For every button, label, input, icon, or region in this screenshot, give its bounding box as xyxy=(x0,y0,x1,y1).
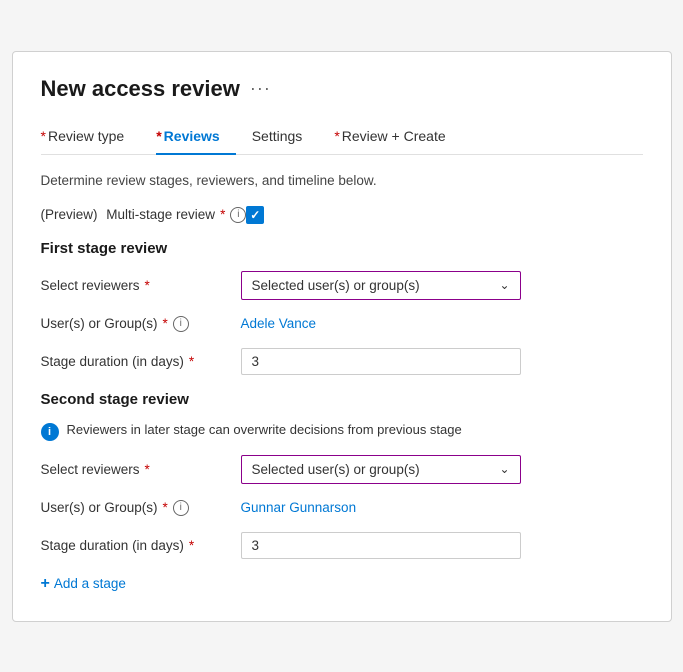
first-stage-users-groups-label: User(s) or Group(s) * i xyxy=(41,316,241,332)
chevron-down-icon: ⌄ xyxy=(499,278,509,292)
page-title: New access review xyxy=(41,76,240,102)
second-stage-heading: Second stage review xyxy=(41,391,643,408)
required-star: * xyxy=(145,278,150,293)
second-stage-info-text: Reviewers in later stage can overwrite d… xyxy=(67,422,462,437)
second-stage-duration-row: Stage duration (in days) * xyxy=(41,532,643,559)
first-stage-duration-label: Stage duration (in days) * xyxy=(41,354,241,369)
section-description: Determine review stages, reviewers, and … xyxy=(41,173,643,188)
second-stage-info-banner: i Reviewers in later stage can overwrite… xyxy=(41,422,643,441)
second-stage-select-reviewers-label: Select reviewers * xyxy=(41,462,241,477)
add-stage-button[interactable]: + Add a stage xyxy=(41,575,643,593)
required-star: * xyxy=(220,207,225,222)
preview-prefix: (Preview) xyxy=(41,207,102,222)
tab-review-type[interactable]: *Review type xyxy=(41,120,141,154)
first-stage-heading: First stage review xyxy=(41,240,643,257)
new-access-review-card: New access review ··· *Review type *Revi… xyxy=(12,51,672,622)
first-stage-user-link[interactable]: Adele Vance xyxy=(241,316,317,331)
second-stage-section: Second stage review i Reviewers in later… xyxy=(41,391,643,559)
second-stage-select-reviewers-row: Select reviewers * Selected user(s) or g… xyxy=(41,455,643,484)
first-stage-duration-row: Stage duration (in days) * xyxy=(41,348,643,375)
info-circle-icon: i xyxy=(41,423,59,441)
first-stage-select-reviewers-row: Select reviewers * Selected user(s) or g… xyxy=(41,271,643,300)
required-star: * xyxy=(156,128,161,144)
second-stage-users-groups-label: User(s) or Group(s) * i xyxy=(41,500,241,516)
second-stage-users-groups-row: User(s) or Group(s) * i Gunnar Gunnarson xyxy=(41,500,643,516)
title-row: New access review ··· xyxy=(41,76,643,102)
tab-review-create[interactable]: *Review + Create xyxy=(334,120,461,154)
required-star: * xyxy=(41,128,46,144)
first-stage-select-reviewers-label: Select reviewers * xyxy=(41,278,241,293)
multi-stage-row: (Preview) Multi-stage review * i xyxy=(41,206,643,224)
first-stage-duration-input[interactable] xyxy=(241,348,521,375)
users-groups-info-icon[interactable]: i xyxy=(173,316,189,332)
required-star: * xyxy=(163,316,168,331)
more-options-icon[interactable]: ··· xyxy=(250,78,271,99)
tab-settings[interactable]: Settings xyxy=(252,120,319,154)
multi-stage-checkbox[interactable] xyxy=(246,206,264,224)
users-groups-info-icon-2[interactable]: i xyxy=(173,500,189,516)
second-stage-reviewers-dropdown[interactable]: Selected user(s) or group(s) ⌄ xyxy=(241,455,521,484)
first-stage-users-groups-row: User(s) or Group(s) * i Adele Vance xyxy=(41,316,643,332)
tab-reviews[interactable]: *Reviews xyxy=(156,120,236,154)
required-star: * xyxy=(334,128,339,144)
tabs-nav: *Review type *Reviews Settings *Review +… xyxy=(41,120,643,155)
first-stage-reviewers-dropdown[interactable]: Selected user(s) or group(s) ⌄ xyxy=(241,271,521,300)
required-star: * xyxy=(145,462,150,477)
multi-stage-info-icon[interactable]: i xyxy=(230,207,246,223)
required-star: * xyxy=(189,538,194,553)
chevron-down-icon: ⌄ xyxy=(499,462,509,476)
second-stage-duration-input[interactable] xyxy=(241,532,521,559)
required-star: * xyxy=(189,354,194,369)
required-star: * xyxy=(163,500,168,515)
plus-icon: + xyxy=(41,575,50,593)
multi-stage-label: (Preview) Multi-stage review * i xyxy=(41,207,247,223)
first-stage-section: First stage review Select reviewers * Se… xyxy=(41,240,643,375)
second-stage-user-link[interactable]: Gunnar Gunnarson xyxy=(241,500,357,515)
second-stage-duration-label: Stage duration (in days) * xyxy=(41,538,241,553)
